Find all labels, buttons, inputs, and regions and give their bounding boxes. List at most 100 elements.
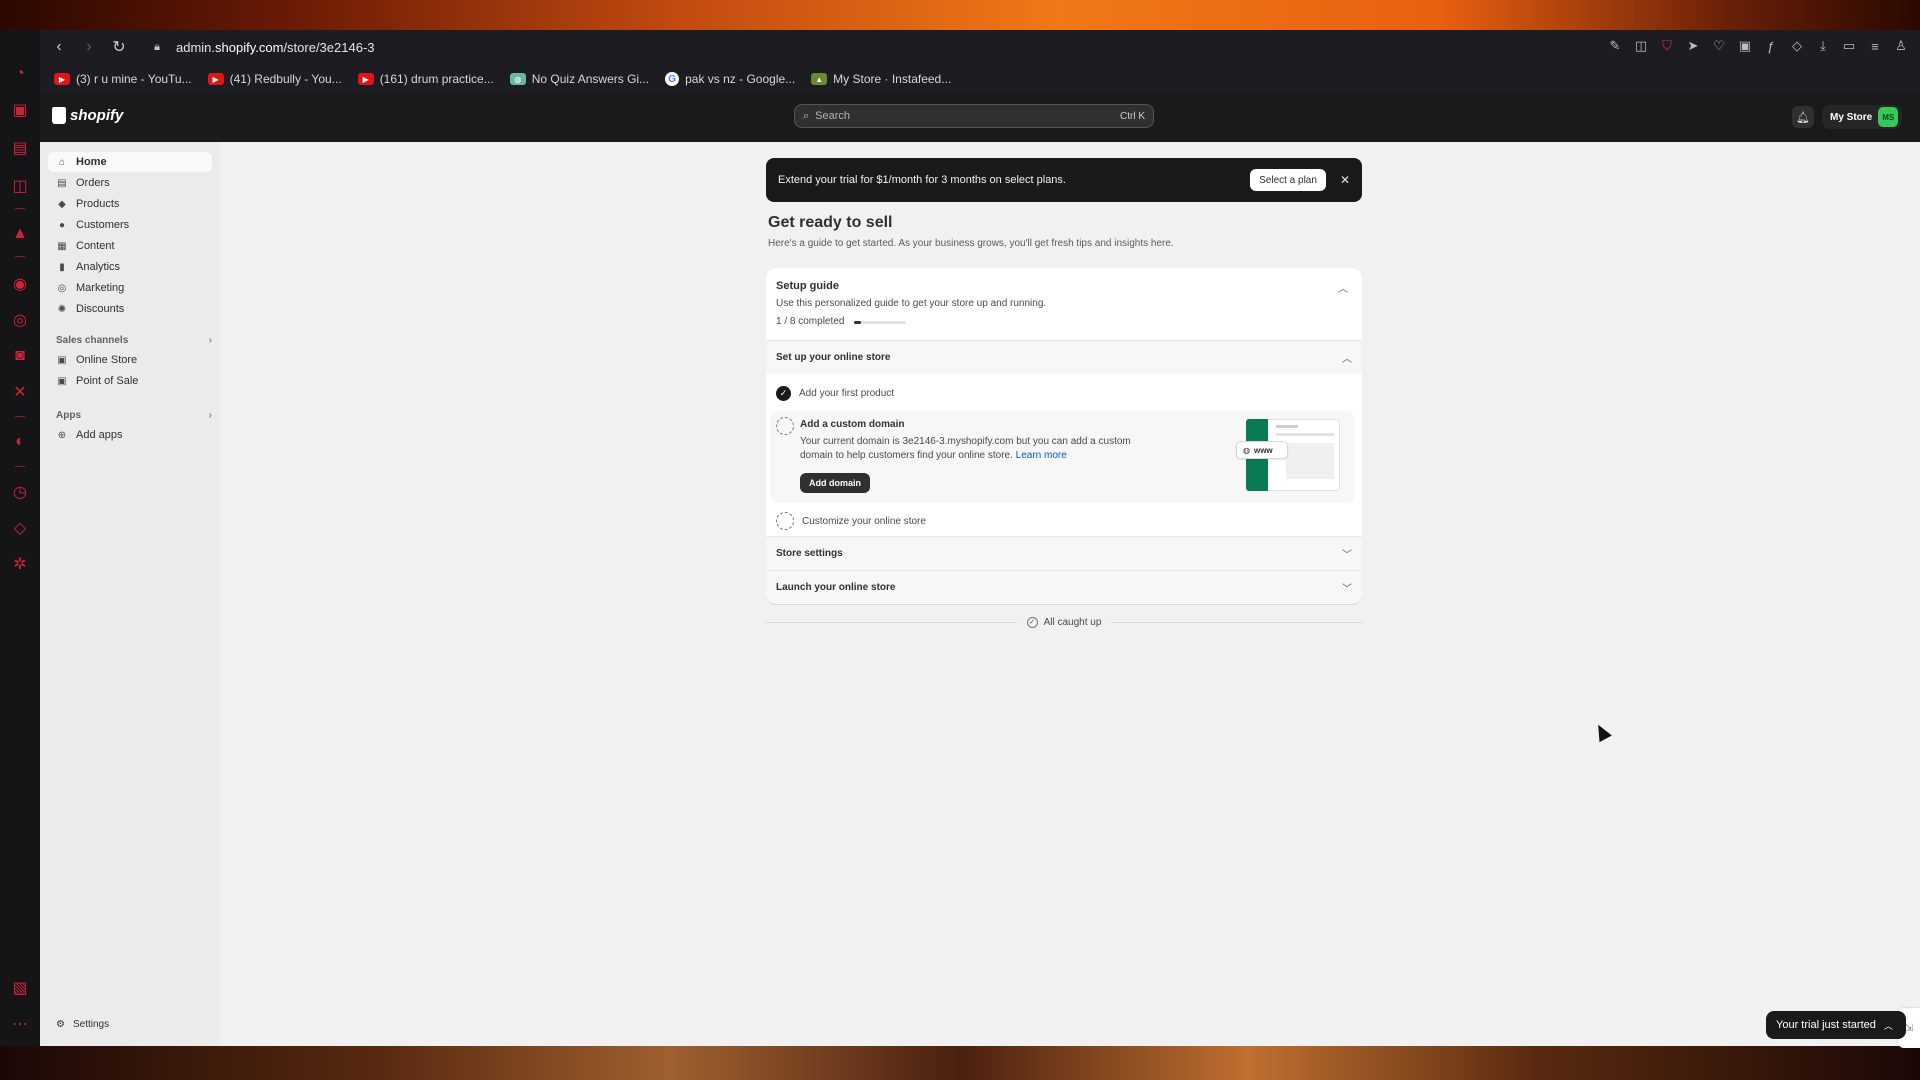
task-add-product[interactable]: ✓ Add your first product: [776, 386, 894, 401]
whatsapp-icon[interactable]: ◎: [10, 310, 30, 330]
cube-icon[interactable]: ◇: [10, 518, 30, 538]
trial-toast-button[interactable]: Your trial just started ︿: [1766, 1011, 1906, 1039]
formula-icon[interactable]: ƒ: [1762, 36, 1780, 56]
shopify-bag-icon: [52, 107, 66, 124]
heart-icon[interactable]: ♡: [1710, 36, 1728, 56]
google-icon: G: [665, 72, 680, 86]
sidebar-item-home[interactable]: ⌂ Home: [48, 152, 212, 172]
sidebar-item-analytics[interactable]: ▮ Analytics: [48, 257, 212, 277]
bookmark-label: No Quiz Answers Gi...: [531, 72, 650, 86]
apps-header[interactable]: Apps ›: [56, 407, 212, 423]
discount-icon: ✺: [57, 303, 67, 315]
sidebar-item-orders[interactable]: ▤ Orders: [48, 173, 212, 193]
sidebar-item-products[interactable]: ◆ Products: [48, 194, 212, 214]
chevron-up-icon[interactable]: ︿: [1338, 280, 1348, 295]
settings-gear-icon[interactable]: ✲: [10, 554, 30, 574]
camera-icon[interactable]: ◙: [10, 346, 30, 366]
illustration-line: [1276, 433, 1334, 436]
learn-more-link[interactable]: Learn more: [1016, 450, 1067, 461]
more-icon[interactable]: ⋯: [10, 1014, 30, 1034]
sidebar-item-point-of-sale[interactable]: ▣ Point of Sale: [48, 371, 212, 391]
sidebar-item-online-store[interactable]: ▣ Online Store: [48, 350, 212, 370]
dashed-circle-icon[interactable]: [776, 417, 794, 435]
opera-sidebar: ◔ ▣ ▤ ◫ ▲ ◉ ◎ ◙ ✕ ◐ ◷ ◇ ✲ ▧ ⋯: [0, 30, 40, 1046]
task-label: Add your first product: [799, 388, 895, 399]
add-domain-button[interactable]: Add domain: [800, 473, 870, 493]
sidebar-item-label: Settings: [72, 1019, 110, 1030]
sidebar-item-add-apps[interactable]: ⊕ Add apps: [48, 425, 212, 445]
select-plan-button[interactable]: Select a plan: [1250, 169, 1326, 191]
gallery-icon[interactable]: ▧: [10, 978, 30, 998]
bookmark-item[interactable]: ▲ My Store · Instafeed...: [811, 72, 951, 86]
search-input[interactable]: ⌕ Search Ctrl K: [794, 104, 1154, 128]
forward-icon[interactable]: ›: [78, 36, 100, 58]
shopify-logo[interactable]: shopify: [52, 107, 123, 124]
reload-icon[interactable]: ↻: [108, 36, 130, 58]
bookmark-item[interactable]: ▶ (161) drum practice...: [357, 72, 494, 86]
download-icon[interactable]: ⤓: [1814, 36, 1832, 56]
bookmarks-bar: ▶ (3) r u mine - YouTu... ▶ (41) Redbully …: [40, 64, 1920, 94]
progress-bar: [854, 321, 906, 324]
home-icon: ⌂: [58, 156, 66, 168]
task-customize-store[interactable]: Customize your online store: [776, 512, 926, 530]
url-prefix: admin.: [176, 39, 216, 55]
bookmark-label: (161) drum practice...: [379, 72, 494, 86]
twitch-icon[interactable]: ▤: [10, 138, 30, 158]
divider: [1111, 621, 1363, 623]
messenger-icon[interactable]: ◉: [10, 274, 30, 294]
caught-up-label: All caught up: [1043, 616, 1102, 628]
instagram-icon[interactable]: ◫: [10, 176, 30, 196]
task-title: Add a custom domain: [800, 419, 905, 430]
briefcase-icon[interactable]: ▣: [10, 100, 30, 120]
bookmark-item[interactable]: Gpak vs nz - Google...: [665, 72, 795, 86]
box-icon[interactable]: ◇: [1788, 36, 1806, 56]
x-icon[interactable]: ✕: [10, 382, 30, 402]
sidebar-item-label: Products: [76, 198, 120, 210]
store-menu-button[interactable]: My Store MS: [1822, 105, 1903, 129]
sidebar-item-customers[interactable]: ● Customers: [48, 215, 212, 235]
sidebar-item-settings[interactable]: ⚙︎ Settings: [56, 1019, 109, 1030]
instafeed-icon: ▲: [811, 73, 828, 85]
menu-icon[interactable]: ≡: [1866, 36, 1884, 56]
section-online-store[interactable]: Set up your online store ︿: [766, 340, 1362, 374]
chevron-up-icon: ︿: [1883, 1020, 1893, 1031]
check-circle-outline-icon: ✓: [1026, 616, 1038, 628]
sidebar-divider: [15, 466, 25, 467]
setup-guide-title: Setup guide: [776, 280, 839, 292]
url-text[interactable]: admin.shopify.com/store/3e2146-3: [176, 40, 375, 55]
aria-icon[interactable]: ▲: [10, 224, 30, 244]
progress-fill: [854, 321, 861, 324]
bookmark-item[interactable]: ◍ No Quiz Answers Gi...: [509, 72, 650, 86]
sidebar-item-label: Add apps: [76, 429, 123, 441]
player-icon[interactable]: ◐: [10, 432, 30, 452]
section-store-settings[interactable]: Store settings ﹀: [766, 536, 1362, 570]
sidebar-item-content[interactable]: ▦ Content: [48, 236, 212, 256]
trial-banner: Extend your trial for $1/month for 3 mon…: [766, 158, 1362, 202]
bookmark-item[interactable]: ▶ (41) Redbully - You...: [207, 72, 342, 86]
sales-channels-header[interactable]: Sales channels ›: [56, 332, 212, 348]
close-icon[interactable]: ✕: [1340, 173, 1350, 187]
banner-text: Extend your trial for $1/month for 3 mon…: [778, 174, 1066, 186]
tag-icon: ◆: [58, 198, 66, 210]
caught-up-label-wrap: ✓ All caught up: [1017, 616, 1112, 628]
back-icon[interactable]: ‹: [48, 36, 70, 58]
store-icon: ▣: [57, 354, 67, 366]
shield-icon[interactable]: ⛉: [1658, 36, 1676, 56]
sidebar-item-discounts[interactable]: ✺ Discounts: [48, 299, 212, 319]
profile-icon[interactable]: ♙: [1892, 36, 1910, 56]
section-title: Sales channels: [56, 334, 129, 346]
send-icon[interactable]: ➤: [1684, 36, 1702, 56]
section-label: Set up your online store: [776, 352, 891, 363]
history-icon[interactable]: ◷: [10, 482, 30, 502]
bookmark-item[interactable]: ▶ (3) r u mine - YouTu...: [54, 72, 192, 86]
battery-icon[interactable]: ▭: [1840, 36, 1858, 56]
screenshot-icon[interactable]: ◫: [1632, 36, 1650, 56]
speed-dial-icon[interactable]: ◔: [10, 64, 30, 84]
desktop-background-top: [0, 0, 1920, 30]
www-label: www: [1253, 445, 1273, 455]
sidebar-item-marketing[interactable]: ◎ Marketing: [48, 278, 212, 298]
edit-icon[interactable]: ✎: [1606, 36, 1624, 56]
notification-bell-icon[interactable]: 🔔︎: [1792, 106, 1814, 128]
section-launch-store[interactable]: Launch your online store ﹀: [766, 570, 1362, 604]
extension-icon[interactable]: ▣: [1736, 36, 1754, 56]
